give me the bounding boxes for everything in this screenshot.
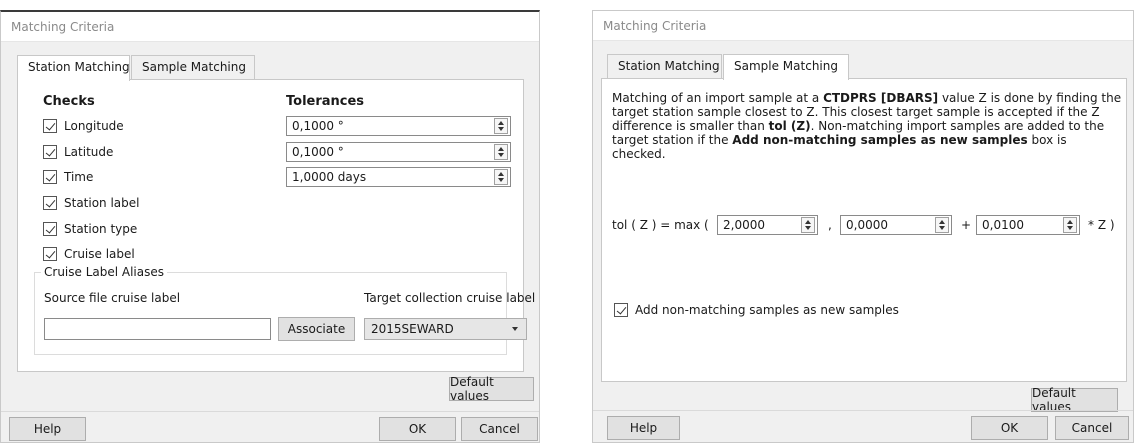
checkbox-checked-icon[interactable] (43, 196, 57, 210)
checks-header: Checks (43, 94, 95, 109)
matching-criteria-dialog-sample: Matching Criteria Station Matching Sampl… (592, 10, 1134, 443)
default-values-button[interactable]: Default values (449, 375, 534, 403)
formula-suffix: * Z ) (1088, 218, 1115, 232)
description-bold: CTDPRS [DBARS] (823, 91, 939, 105)
tolerance-factor-spinbox[interactable]: 0,0100 (976, 215, 1080, 235)
cancel-button[interactable]: Cancel (1055, 416, 1129, 440)
checkbox-checked-icon[interactable] (43, 222, 57, 236)
check-longitude[interactable]: Longitude (43, 117, 124, 135)
checkbox-checked-icon[interactable] (43, 145, 57, 159)
latitude-tolerance-spinbox[interactable]: 0,1000 ° (286, 142, 511, 162)
spin-arrows-icon[interactable] (494, 118, 508, 134)
cruise-label-aliases-group: Cruise Label Aliases Source file cruise … (34, 265, 535, 355)
default-values-button[interactable]: Default values (1031, 386, 1118, 414)
station-matching-panel: Checks Tolerances Longitude Latitude Tim… (17, 79, 535, 372)
checkbox-checked-icon[interactable] (43, 119, 57, 133)
check-latitude[interactable]: Latitude (43, 143, 113, 161)
check-cruise-label[interactable]: Cruise label (43, 245, 135, 263)
spinbox-value[interactable]: 0,1000 ° (287, 119, 494, 133)
spin-arrows-icon[interactable] (935, 217, 949, 233)
formula-comma: , (828, 218, 832, 232)
divider (593, 410, 1133, 411)
group-title: Cruise Label Aliases (41, 265, 168, 279)
spin-arrows-icon[interactable] (494, 144, 508, 160)
source-file-cruise-label: Source file cruise label (44, 291, 181, 305)
sample-matching-panel: Matching of an import sample at a CTDPRS… (601, 78, 1127, 382)
add-nonmatching-checkbox[interactable]: Add non-matching samples as new samples (614, 301, 899, 319)
check-label: Time (64, 170, 94, 184)
description-text: Matching of an import sample at a CTDPRS… (612, 91, 1122, 161)
check-label: Cruise label (64, 247, 135, 261)
checkbox-checked-icon[interactable] (614, 303, 628, 317)
check-label: Station type (64, 222, 138, 236)
description-bold: Add non-matching samples as new samples (732, 133, 1028, 147)
check-label: Longitude (64, 119, 124, 133)
tab-sample-matching[interactable]: Sample Matching (131, 55, 255, 80)
formula-plus: + (961, 218, 972, 232)
description-part: Matching of an import sample at a (612, 91, 824, 105)
spin-arrows-icon[interactable] (801, 217, 815, 233)
tab-sample-matching[interactable]: Sample Matching (723, 54, 849, 80)
formula-prefix: tol ( Z ) = max ( (612, 218, 709, 232)
spinbox-value[interactable]: 0,0100 (977, 218, 1063, 232)
spin-arrows-icon[interactable] (1063, 217, 1077, 233)
help-button[interactable]: Help (9, 417, 86, 441)
spinbox-value[interactable]: 1,0000 days (287, 170, 494, 184)
divider (1, 411, 539, 412)
check-station-label[interactable]: Station label (43, 194, 140, 212)
check-label: Latitude (64, 145, 114, 159)
ok-button[interactable]: OK (379, 417, 456, 441)
dialog-title: Matching Criteria (1, 12, 539, 42)
tolerance-min-spinbox[interactable]: 0,0000 (840, 215, 952, 235)
help-button[interactable]: Help (607, 416, 680, 440)
check-label: Station label (64, 196, 140, 210)
spinbox-value[interactable]: 0,1000 ° (287, 145, 494, 159)
combo-value: 2015SEWARD (371, 322, 454, 336)
ok-button[interactable]: OK (971, 416, 1048, 440)
tab-station-matching[interactable]: Station Matching (607, 54, 722, 79)
associate-button[interactable]: Associate (278, 317, 355, 341)
spinbox-value[interactable]: 2,0000 (718, 218, 801, 232)
source-cruise-label-input[interactable] (44, 318, 271, 340)
checkbox-checked-icon[interactable] (43, 170, 57, 184)
longitude-tolerance-spinbox[interactable]: 0,1000 ° (286, 116, 511, 136)
tab-station-matching[interactable]: Station Matching (17, 55, 130, 81)
tolerances-header: Tolerances (286, 94, 365, 109)
check-station-type[interactable]: Station type (43, 220, 137, 238)
cancel-button[interactable]: Cancel (461, 417, 538, 441)
description-bold: tol (Z) (768, 119, 811, 133)
matching-criteria-dialog-station: Matching Criteria Station Matching Sampl… (0, 10, 540, 443)
spinbox-value[interactable]: 0,0000 (841, 218, 935, 232)
chevron-down-icon[interactable] (512, 327, 518, 331)
checkbox-checked-icon[interactable] (43, 247, 57, 261)
time-tolerance-spinbox[interactable]: 1,0000 days (286, 167, 511, 187)
check-time[interactable]: Time (43, 168, 93, 186)
target-collection-cruise-label: Target collection cruise label (364, 291, 536, 305)
checkbox-label: Add non-matching samples as new samples (635, 303, 899, 317)
target-cruise-label-combo[interactable]: 2015SEWARD (364, 318, 527, 340)
dialog-title: Matching Criteria (593, 11, 1133, 41)
spin-arrows-icon[interactable] (494, 169, 508, 185)
tolerance-constant-spinbox[interactable]: 2,0000 (717, 215, 818, 235)
